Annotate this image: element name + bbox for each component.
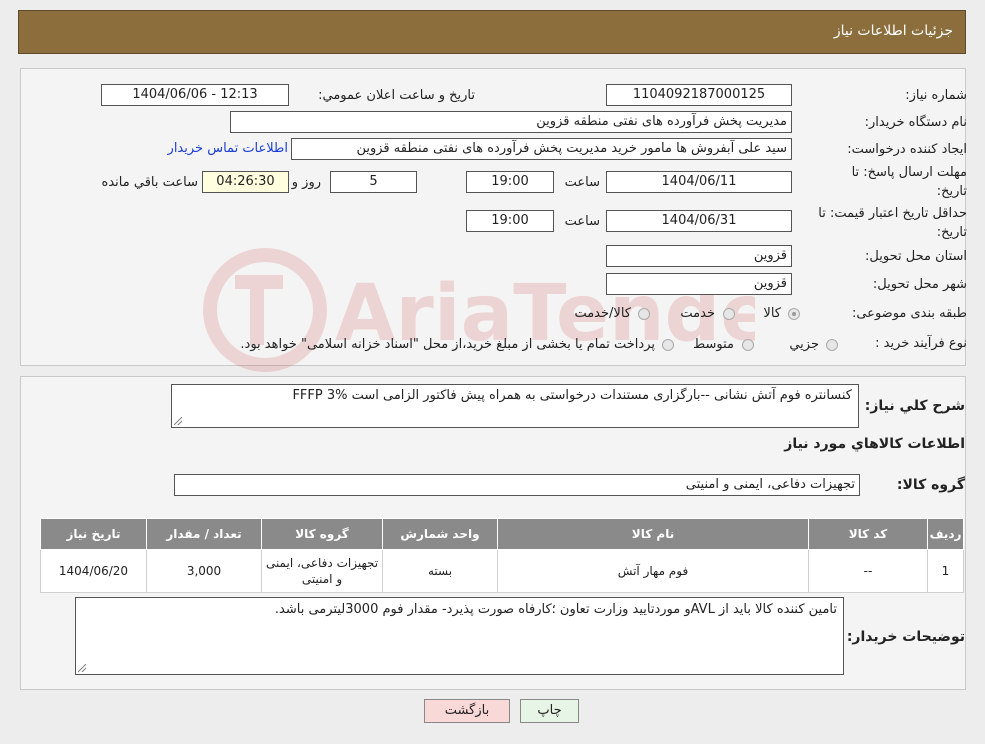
- remaining-time-label: ساعت باقي مانده: [101, 175, 198, 190]
- process-radio-minor[interactable]: [826, 339, 838, 351]
- description-textarea[interactable]: کنسانتره فوم آتش نشانی --بارگزاری مستندا…: [171, 384, 859, 428]
- col-qty: تعداد / مقدار: [146, 518, 262, 550]
- buyer-notes-resize-handle[interactable]: [78, 664, 86, 672]
- category-radio-goods[interactable]: [788, 308, 800, 320]
- page-header: جزئیات اطلاعات نیاز: [18, 10, 966, 54]
- process-radio-treasury[interactable]: [662, 339, 674, 351]
- reply-time-label: ساعت: [564, 175, 600, 190]
- buyer-contact-link[interactable]: اطلاعات تماس خریدار: [168, 141, 288, 156]
- back-button[interactable]: بازگشت: [424, 699, 510, 723]
- need-number-label: شماره نیاز:: [905, 88, 967, 103]
- remaining-time-field: 04:26:30: [202, 171, 289, 193]
- col-row: ردیف: [927, 518, 964, 550]
- description-resize-handle[interactable]: [174, 417, 182, 425]
- price-validity-date-field: 1404/06/31: [606, 210, 792, 232]
- process-radio-medium[interactable]: [742, 339, 754, 351]
- announce-datetime-label: تاریخ و ساعت اعلان عمومي:: [318, 88, 475, 103]
- category-label: طبقه بندی موضوعی:: [851, 306, 967, 321]
- table-header-row: ردیف کد کالا نام کالا واحد شمارش گروه کا…: [40, 518, 964, 550]
- reply-days-field: 5: [330, 171, 417, 193]
- cell-row: 1: [927, 549, 964, 593]
- city-label: شهر محل تحویل:: [872, 277, 967, 292]
- buyer-org-field: مدیریت پخش فرآورده های نفتی منطقه قزوین: [230, 111, 792, 133]
- buyer-notes-textarea[interactable]: تامین کننده کالا باید از AVLو موردتایید …: [75, 597, 844, 675]
- items-table: ردیف کد کالا نام کالا واحد شمارش گروه کا…: [40, 518, 964, 593]
- category-option-goods: کالا: [763, 306, 781, 321]
- category-option-service: خدمت: [680, 306, 715, 321]
- buyer-notes-label: توضیحات خریدار:: [846, 629, 965, 645]
- cell-unit: بسته: [382, 549, 498, 593]
- category-option-goods-service: کالا/خدمت: [574, 306, 631, 321]
- category-radio-service[interactable]: [723, 308, 735, 320]
- description-label: شرح کلي نياز:: [864, 398, 965, 414]
- cell-qty: 3,000: [146, 549, 262, 593]
- page-title: جزئیات اطلاعات نیاز: [833, 23, 953, 39]
- reply-days-label: روز و: [291, 175, 321, 190]
- process-option-medium: متوسط: [693, 337, 734, 352]
- print-button[interactable]: چاپ: [520, 699, 579, 723]
- process-note: پرداخت تمام یا بخشی از مبلغ خرید،از محل …: [240, 337, 655, 352]
- category-radio-goods-service[interactable]: [638, 308, 650, 320]
- announce-datetime-field: 1404/06/06 - 12:13: [101, 84, 289, 106]
- col-date: تاریخ نیاز: [40, 518, 147, 550]
- goods-group-label: گروه کالا:: [896, 477, 965, 493]
- price-validity-time-label: ساعت: [564, 214, 600, 229]
- price-validity-label: حداقل تاریخ اعتبار قیمت: تا: [818, 206, 967, 221]
- price-validity-label-2: تاریخ:: [936, 225, 967, 240]
- reply-deadline-label: مهلت ارسال پاسخ: تا: [851, 165, 967, 180]
- goods-group-field: تجهیزات دفاعی، ایمنی و امنیتی: [174, 474, 860, 496]
- reply-deadline-label-2: تاریخ:: [936, 184, 967, 199]
- cell-group: تجهیزات دفاعی، ایمنی و امنیتی: [261, 549, 383, 593]
- buyer-org-label: نام دستگاه خریدار:: [864, 115, 967, 130]
- col-group: گروه کالا: [261, 518, 383, 550]
- requester-label: ایجاد کننده درخواست:: [847, 142, 967, 157]
- cell-name: فوم مهار آتش: [497, 549, 809, 593]
- goods-section-title: اطلاعات کالاهاي مورد نياز: [784, 436, 965, 452]
- province-label: استان محل تحویل:: [865, 249, 967, 264]
- requester-field: سید علی آبفروش ها مامور خرید مدیریت پخش …: [291, 138, 792, 160]
- reply-deadline-time-field: 19:00: [466, 171, 554, 193]
- province-field: قزوین: [606, 245, 792, 267]
- process-type-label: نوع فرآیند خرید :: [875, 336, 967, 351]
- cell-code: --: [808, 549, 928, 593]
- process-option-minor: جزيي: [789, 337, 819, 352]
- reply-deadline-date-field: 1404/06/11: [606, 171, 792, 193]
- city-field: قزوین: [606, 273, 792, 295]
- col-unit: واحد شمارش: [382, 518, 498, 550]
- col-code: کد کالا: [808, 518, 928, 550]
- need-number-field: 1104092187000125: [606, 84, 792, 106]
- col-name: نام کالا: [497, 518, 809, 550]
- table-row[interactable]: 1 -- فوم مهار آتش بسته تجهیزات دفاعی، ای…: [40, 549, 964, 593]
- cell-date: 1404/06/20: [40, 549, 147, 593]
- price-validity-time-field: 19:00: [466, 210, 554, 232]
